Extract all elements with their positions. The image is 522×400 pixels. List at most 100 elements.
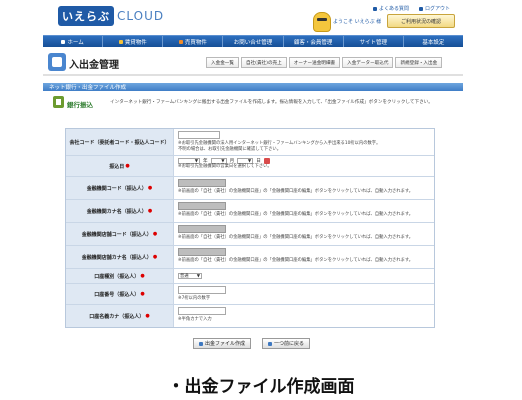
field-label: 金融機関カナ名（振込人） ● (66, 200, 174, 222)
sale-icon (178, 39, 183, 44)
subtab-import[interactable]: 入金データー取込代 (342, 57, 394, 68)
nav-site[interactable]: サイト管理 (344, 36, 404, 47)
field-cell: ※前画面の「自社（貴社）の金融機関口座」の「金融機関口座の編集」ボタンをクリック… (174, 246, 434, 268)
form-row-account-number: 口座番号（振込人） ● ※7桁以内の数字 (66, 284, 434, 305)
field-note: ※前画面の「自社（貴社）の金融機関口座」の「金融機関口座の編集」ボタンをクリック… (178, 189, 414, 194)
mascot-icon (313, 12, 331, 32)
back-button[interactable]: 一つ前に戻る (262, 338, 311, 349)
form-row-account-type: 口座種別（振込人） ● 普通 ▼ (66, 269, 434, 284)
logout-link-label: ログアウト (425, 6, 451, 12)
create-file-label: 出金ファイル作成 (205, 341, 246, 347)
field-cell: ※前画面の「自社（貴社）の金融機関口座」の「金融機関口座の編集」ボタンをクリック… (174, 223, 434, 245)
bank-kana-input[interactable] (178, 202, 226, 210)
field-note: ※前画面の「自社（貴社）の金融機関口座」の「金融機関口座の編集」ボタンをクリック… (178, 235, 414, 240)
field-note: 不明の場合は、お取引先金融機関に確認して下さい。 (178, 147, 281, 152)
field-label: 金融機関店舗コード（振込人） ● (66, 223, 174, 245)
section-bar: ネット銀行・出金ファイル作成 (43, 83, 463, 91)
subtab-sales[interactable]: 自社(貴社)の売上 (240, 57, 287, 68)
back-icon (268, 341, 273, 346)
account-number-input[interactable] (178, 286, 226, 294)
subtab-new[interactable]: 新規登録・入出金 (395, 57, 443, 68)
field-label: 口座番号（振込人） ● (66, 284, 174, 304)
logo[interactable]: いえらぶ CLOUD (58, 5, 164, 27)
money-management-icon (48, 53, 66, 71)
action-buttons: 出金ファイル作成 一つ前に戻る (193, 338, 311, 349)
nav-settings[interactable]: 基本設定 (404, 36, 463, 47)
nav-settings-label: 基本設定 (422, 39, 445, 46)
nav-customer[interactable]: 顧客・会員管理 (284, 36, 344, 47)
field-cell: ※7桁以内の数字 (174, 284, 434, 304)
field-cell: ※前画面の「自社（貴社）の金融機関口座」の「金融機関口座の編集」ボタンをクリック… (174, 177, 434, 199)
rental-icon (118, 39, 123, 44)
field-note: ※お取引先金融機関の営業日を選択して下さい。 (178, 164, 272, 169)
download-icon (199, 341, 203, 346)
subtab-list[interactable]: 入金金一覧 (206, 57, 239, 68)
faq-icon (373, 6, 377, 11)
field-note: ※7桁以内の数字 (178, 296, 211, 301)
form-row-bank-kana: 金融機関カナ名（振込人） ● ※前画面の「自社（貴社）の金融機関口座」の「金融機関… (66, 200, 434, 223)
field-label: 金融機関店舗カナ名（振込人） ● (66, 246, 174, 268)
form-row-branch-kana: 金融機関店舗カナ名（振込人） ● ※前画面の「自社（貴社）の金融機関口座」の「金融… (66, 246, 434, 269)
field-cell: ※お取引先金融機関の法人用インターネット銀行・ファームバンキングから入手出来る1… (174, 129, 434, 155)
faq-link[interactable]: よくある質問 (373, 5, 409, 12)
nav-site-label: サイト管理 (359, 39, 388, 46)
field-label: 口座種別（振込人） ● (66, 269, 174, 283)
usage-status-button[interactable]: ご利用状況の確認 (387, 14, 455, 28)
nav-inquiry[interactable]: お問い合せ管理 (223, 36, 284, 47)
main-nav: ホーム 賃貸物件 売買物件 お問い合せ管理 顧客・会員管理 サイト管理 基本設定 (43, 35, 463, 47)
field-cell: ▼ 年 ▼ 月 ▼ 日 ※お取引先金融機関の営業日を選択して下さい。 (174, 156, 434, 176)
section-heading: 銀行振込 (67, 101, 93, 109)
header: いえらぶ CLOUD よくある質問 ログアウト ようこそ いえらぶ 様 ご利用状… (0, 0, 522, 34)
field-note: ※前画面の「自社（貴社）の金融機関口座」の「金融機関口座の編集」ボタンをクリック… (178, 212, 414, 217)
screen-caption: ・出金ファイル作成画面 (167, 377, 355, 397)
home-icon (61, 39, 66, 44)
nav-home-label: ホーム (67, 39, 84, 46)
welcome-text: ようこそ いえらぶ 様 (333, 19, 382, 25)
form-row-company-code: 会社コード（委託者コード・振込人コード） ※お取引先金融機関の法人用インターネッ… (66, 129, 434, 156)
field-label: 会社コード（委託者コード・振込人コード） (66, 129, 174, 155)
subtabs: 入金金一覧 自社(貴社)の売上 オーナー送金明細書 入金データー取込代 新規登録… (206, 57, 443, 68)
logo-cloud-text: CLOUD (117, 9, 165, 23)
logout-icon (419, 6, 424, 11)
section-description: インターネット銀行・ファームバンキングに搬出する出金ファイルを作成します。振込情… (110, 100, 433, 105)
nav-sale[interactable]: 売買物件 (163, 36, 224, 47)
screenshot-frame: いえらぶ CLOUD よくある質問 ログアウト ようこそ いえらぶ 様 ご利用状… (0, 0, 522, 400)
field-cell: ※前画面の「自社（貴社）の金融機関口座」の「金融機関口座の編集」ボタンをクリック… (174, 200, 434, 222)
field-label: 金融機関コード（振込人） ● (66, 177, 174, 199)
company-code-input[interactable] (178, 131, 220, 139)
form-row-transfer-date: 振込日 ● ▼ 年 ▼ 月 ▼ 日 ※お取引先金融機関の営業日を選択して下さい。 (66, 156, 434, 177)
form-row-bank-code: 金融機関コード（振込人） ● ※前画面の「自社（貴社）の金融機関口座」の「金融機関… (66, 177, 434, 200)
account-type-value: 普通 (180, 274, 189, 279)
field-cell: ※半角カナで入力 (174, 305, 434, 327)
page-title: 入出金管理 (69, 60, 119, 71)
account-name-input[interactable] (178, 307, 226, 315)
nav-customer-label: 顧客・会員管理 (293, 39, 333, 46)
nav-rental-label: 賃貸物件 (124, 39, 147, 46)
nav-home[interactable]: ホーム (43, 36, 104, 47)
transfer-form: 会社コード（委託者コード・振込人コード） ※お取引先金融機関の法人用インターネッ… (65, 128, 435, 328)
bank-transfer-icon (53, 96, 64, 108)
field-note: ※半角カナで入力 (178, 317, 212, 322)
branch-kana-input[interactable] (178, 248, 226, 256)
branch-code-input[interactable] (178, 225, 226, 233)
title-bar: 入出金管理 入金金一覧 自社(貴社)の売上 オーナー送金明細書 入金データー取込… (43, 50, 463, 76)
field-label: 口座名義カナ（振込人） ● (66, 305, 174, 327)
nav-rental[interactable]: 賃貸物件 (103, 36, 164, 47)
field-note: ※前画面の「自社（貴社）の金融機関口座」の「金融機関口座の編集」ボタンをクリック… (178, 258, 414, 263)
account-type-select[interactable]: 普通 ▼ (178, 273, 202, 279)
bank-code-input[interactable] (178, 179, 226, 187)
back-label: 一つ前に戻る (274, 341, 305, 347)
create-file-button[interactable]: 出金ファイル作成 (193, 338, 252, 349)
form-row-account-name: 口座名義カナ（振込人） ● ※半角カナで入力 (66, 305, 434, 327)
description-row: 銀行振込 インターネット銀行・ファームバンキングに搬出する出金ファイルを作成しま… (47, 96, 463, 110)
logout-link[interactable]: ログアウト (419, 5, 450, 12)
nav-inquiry-label: お問い合せ管理 (233, 39, 273, 46)
field-cell: 普通 ▼ (174, 269, 434, 283)
nav-sale-label: 売買物件 (184, 39, 207, 46)
field-label: 振込日 ● (66, 156, 174, 176)
form-row-branch-code: 金融機関店舗コード（振込人） ● ※前画面の「自社（貴社）の金融機関口座」の「金融… (66, 223, 434, 246)
subtab-owner-statement[interactable]: オーナー送金明細書 (288, 57, 341, 68)
logo-text: いえらぶ (58, 6, 114, 26)
top-links: よくある質問 ログアウト (373, 5, 450, 12)
faq-link-label: よくある質問 (379, 6, 410, 12)
